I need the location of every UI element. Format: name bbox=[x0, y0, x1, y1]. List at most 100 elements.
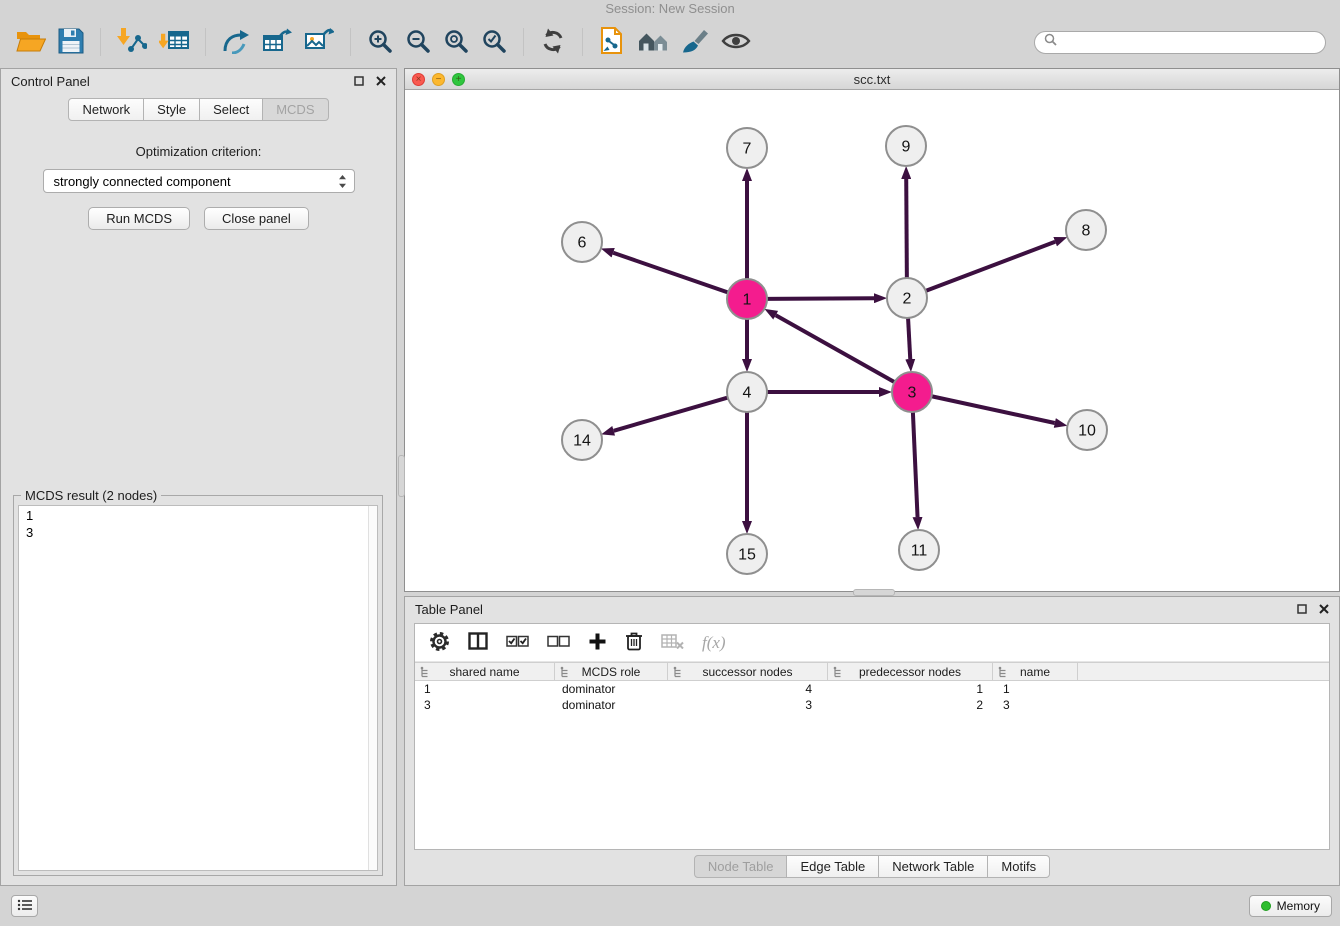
zoom-out-button[interactable] bbox=[399, 22, 437, 62]
cell-shared-name[interactable]: 1 bbox=[415, 681, 555, 697]
column-header-mcds-role[interactable]: MCDS role bbox=[555, 663, 668, 680]
graph-edge-1-2[interactable] bbox=[767, 298, 874, 299]
run-mcds-button[interactable]: Run MCDS bbox=[88, 207, 190, 230]
fx-icon: f(x) bbox=[702, 633, 726, 653]
memory-button[interactable]: Memory bbox=[1249, 895, 1332, 917]
cell-successor-nodes[interactable]: 4 bbox=[668, 681, 828, 697]
delete-row-button[interactable] bbox=[625, 631, 643, 654]
graph-node-15[interactable]: 15 bbox=[727, 534, 767, 574]
main-toolbar bbox=[0, 16, 1340, 68]
column-header-successor-nodes[interactable]: successor nodes bbox=[668, 663, 828, 680]
show-columns-button[interactable] bbox=[468, 632, 488, 653]
graph-edge-3-10[interactable] bbox=[932, 396, 1055, 423]
float-panel-icon[interactable] bbox=[1297, 604, 1307, 614]
deselect-all-button[interactable] bbox=[547, 633, 570, 652]
apply-style-button[interactable] bbox=[675, 22, 715, 62]
export-network-button[interactable] bbox=[216, 22, 256, 62]
horizontal-splitter-handle[interactable] bbox=[853, 589, 895, 596]
column-header-predecessor-nodes[interactable]: predecessor nodes bbox=[828, 663, 993, 680]
table-settings-button[interactable] bbox=[429, 631, 450, 655]
zoom-in-button[interactable] bbox=[361, 22, 399, 62]
column-sort-icon bbox=[672, 666, 684, 678]
graph-node-7[interactable]: 7 bbox=[727, 128, 767, 168]
maximize-window-icon[interactable]: + bbox=[452, 73, 465, 86]
column-header-name[interactable]: name bbox=[993, 663, 1078, 680]
column-header-shared-name[interactable]: shared name bbox=[415, 663, 555, 680]
graph-node-1[interactable]: 1 bbox=[727, 279, 767, 319]
open-session-button[interactable] bbox=[10, 22, 52, 62]
svg-text:2: 2 bbox=[903, 291, 912, 308]
table-row[interactable]: 3dominator323 bbox=[415, 697, 1329, 713]
graph-node-10[interactable]: 10 bbox=[1067, 410, 1107, 450]
cell-shared-name[interactable]: 3 bbox=[415, 697, 555, 713]
close-panel-icon[interactable] bbox=[376, 76, 386, 86]
control-panel: Control Panel Network Style Select MCDS … bbox=[0, 68, 397, 886]
cell-mcds-role[interactable]: dominator bbox=[555, 681, 668, 697]
search-input[interactable] bbox=[1063, 34, 1316, 51]
zoom-out-icon bbox=[405, 28, 431, 57]
float-panel-icon[interactable] bbox=[354, 76, 364, 86]
graph-edge-2-8[interactable] bbox=[926, 242, 1055, 291]
close-panel-button[interactable]: Close panel bbox=[204, 207, 309, 230]
graph-node-6[interactable]: 6 bbox=[562, 222, 602, 262]
zoom-selected-button[interactable] bbox=[475, 22, 513, 62]
tab-node-table[interactable]: Node Table bbox=[694, 855, 788, 878]
network-canvas[interactable]: 7 9 6 8 1 2 4 3 14 10 15 11 bbox=[405, 90, 1339, 591]
graph-node-9[interactable]: 9 bbox=[886, 126, 926, 166]
zoom-fit-button[interactable] bbox=[437, 22, 475, 62]
tab-network[interactable]: Network bbox=[68, 98, 144, 121]
refresh-button[interactable] bbox=[534, 22, 572, 62]
table-row[interactable]: 1dominator411 bbox=[415, 681, 1329, 697]
svg-text:15: 15 bbox=[738, 547, 756, 564]
cell-predecessor-nodes[interactable]: 2 bbox=[828, 697, 993, 713]
table-body: 1dominator4113dominator323 bbox=[415, 681, 1329, 713]
import-network-button[interactable] bbox=[111, 22, 153, 62]
close-panel-icon[interactable] bbox=[1319, 604, 1329, 614]
graph-node-14[interactable]: 14 bbox=[562, 420, 602, 460]
graph-node-11[interactable]: 11 bbox=[899, 530, 939, 570]
import-table-button[interactable] bbox=[153, 22, 195, 62]
select-all-button[interactable] bbox=[506, 633, 529, 652]
application-window: Session: New Session bbox=[0, 0, 1340, 926]
graph-node-3[interactable]: 3 bbox=[892, 372, 932, 412]
vertical-splitter-handle[interactable] bbox=[398, 455, 405, 497]
tab-mcds[interactable]: MCDS bbox=[262, 98, 328, 121]
tab-network-table[interactable]: Network Table bbox=[878, 855, 988, 878]
graph-node-2[interactable]: 2 bbox=[887, 278, 927, 318]
clone-network-button[interactable] bbox=[593, 22, 631, 62]
graph-node-4[interactable]: 4 bbox=[727, 372, 767, 412]
cell-name[interactable]: 3 bbox=[993, 697, 1078, 713]
add-row-button[interactable] bbox=[588, 632, 607, 654]
save-session-button[interactable] bbox=[52, 22, 90, 62]
criterion-dropdown[interactable]: strongly connected component bbox=[43, 169, 355, 193]
network-graph[interactable]: 7 9 6 8 1 2 4 3 14 10 15 11 bbox=[405, 90, 1339, 591]
network-overview-button[interactable] bbox=[631, 22, 675, 62]
close-window-icon[interactable]: × bbox=[412, 73, 425, 86]
export-table-button[interactable] bbox=[256, 22, 298, 62]
tab-style[interactable]: Style bbox=[143, 98, 200, 121]
minimize-window-icon[interactable]: − bbox=[432, 73, 445, 86]
cell-mcds-role[interactable]: dominator bbox=[555, 697, 668, 713]
graph-edge-2-3[interactable] bbox=[908, 318, 910, 359]
graph-edge-2-9[interactable] bbox=[906, 179, 907, 278]
cell-predecessor-nodes[interactable]: 1 bbox=[828, 681, 993, 697]
tab-select[interactable]: Select bbox=[199, 98, 263, 121]
cell-name[interactable]: 1 bbox=[993, 681, 1078, 697]
export-image-button[interactable] bbox=[298, 22, 340, 62]
result-scrollbar[interactable] bbox=[368, 506, 377, 870]
delete-table-button bbox=[661, 633, 684, 652]
graph-edge-3-1[interactable] bbox=[776, 315, 895, 382]
show-hide-button[interactable] bbox=[715, 22, 757, 62]
graph-edge-1-6[interactable] bbox=[613, 253, 728, 293]
graph-edge-4-14[interactable] bbox=[614, 398, 728, 431]
tab-edge-table[interactable]: Edge Table bbox=[786, 855, 879, 878]
cell-successor-nodes[interactable]: 3 bbox=[668, 697, 828, 713]
mcds-result-list[interactable]: 1 3 bbox=[18, 505, 378, 871]
svg-text:11: 11 bbox=[911, 543, 928, 560]
toolbar-separator bbox=[100, 28, 101, 56]
graph-edge-3-11[interactable] bbox=[913, 412, 918, 517]
graph-node-8[interactable]: 8 bbox=[1066, 210, 1106, 250]
toolbar-separator bbox=[350, 28, 351, 56]
task-history-button[interactable] bbox=[11, 895, 38, 917]
tab-motifs[interactable]: Motifs bbox=[987, 855, 1050, 878]
